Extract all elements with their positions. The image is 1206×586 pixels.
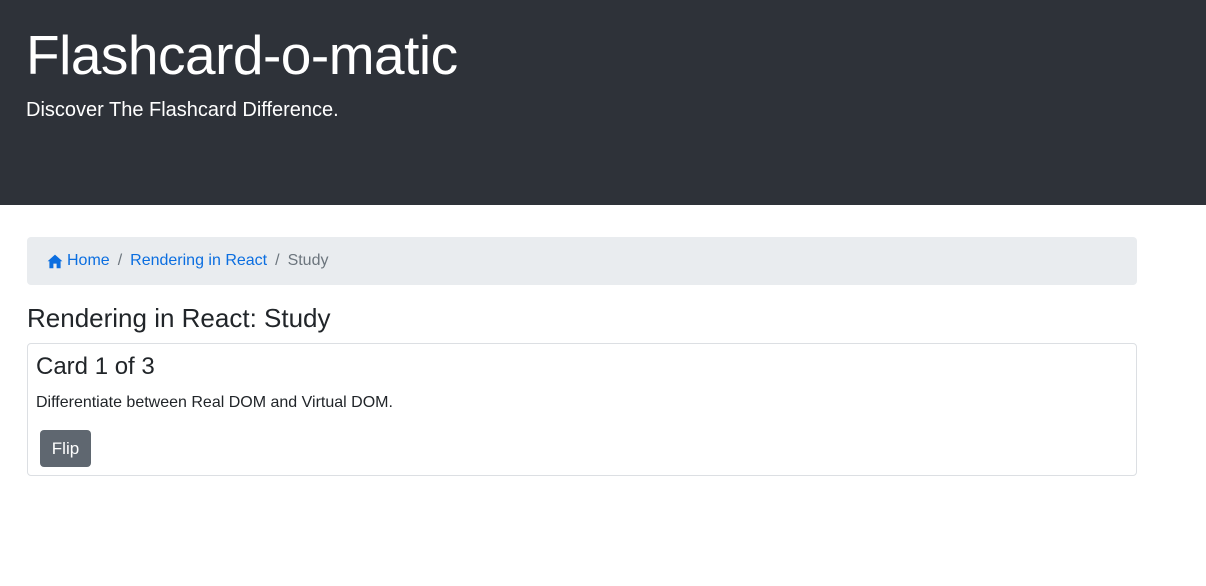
breadcrumb-current: Study: [287, 252, 329, 269]
breadcrumb-home-label: Home: [67, 252, 110, 269]
breadcrumb-home-link[interactable]: Home: [47, 252, 110, 270]
app-tagline: Discover The Flashcard Difference.: [26, 99, 339, 121]
flip-button[interactable]: Flip: [40, 430, 91, 467]
breadcrumb: Home / Rendering in React / Study: [27, 237, 1137, 285]
app-title: Flashcard-o-matic: [26, 24, 458, 86]
header-jumbotron: Flashcard-o-matic Discover The Flashcard…: [0, 0, 1206, 205]
breadcrumb-separator: /: [117, 252, 123, 269]
breadcrumb-deck-link[interactable]: Rendering in React: [130, 252, 267, 270]
page-title: Rendering in React: Study: [27, 303, 331, 333]
card-counter-title: Card 1 of 3: [36, 353, 155, 380]
breadcrumb-separator: /: [275, 252, 280, 269]
study-card: Card 1 of 3 Differentiate between Real D…: [27, 343, 1137, 476]
home-icon: [47, 254, 63, 268]
card-front-text: Differentiate between Real DOM and Virtu…: [36, 394, 393, 411]
